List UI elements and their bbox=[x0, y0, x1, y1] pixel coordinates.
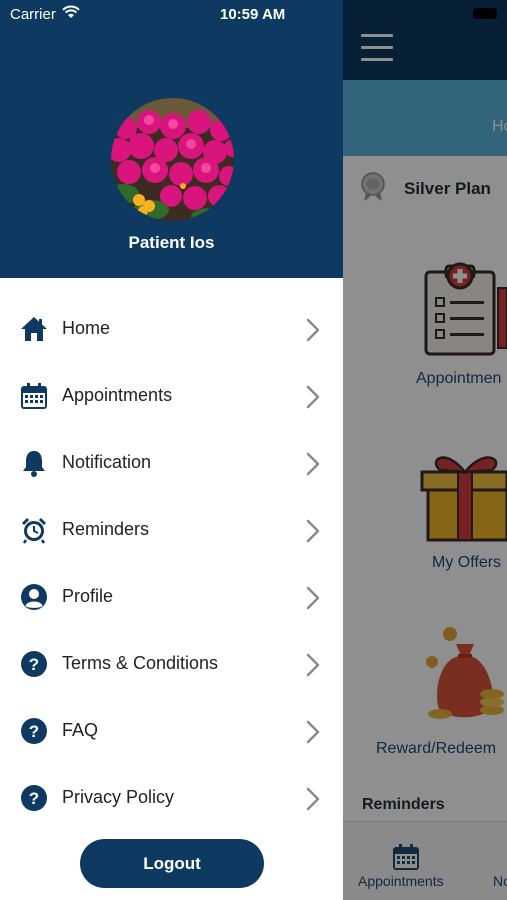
menu-item-notification[interactable]: Notification bbox=[0, 430, 343, 497]
bell-icon bbox=[20, 449, 48, 477]
drawer-header: Carrier 10:59 AM Patient Ios bbox=[0, 0, 343, 278]
chevron-right-icon bbox=[306, 787, 320, 811]
question-icon: ? bbox=[20, 717, 48, 745]
menu-label: FAQ bbox=[62, 720, 99, 740]
svg-text:?: ? bbox=[29, 789, 39, 808]
chevron-right-icon bbox=[306, 452, 320, 476]
chevron-right-icon bbox=[306, 653, 320, 677]
chevron-right-icon bbox=[306, 519, 320, 543]
menu-label: Appointments bbox=[62, 385, 173, 405]
menu-item-home[interactable]: Home bbox=[0, 296, 343, 363]
menu-label: Notification bbox=[62, 452, 152, 472]
question-icon: ? bbox=[20, 650, 48, 678]
navigation-drawer: Carrier 10:59 AM Patient Ios Home Appoin… bbox=[0, 0, 343, 900]
menu-label: Terms & Conditions bbox=[62, 653, 219, 673]
calendar-icon bbox=[20, 382, 48, 410]
menu-label: Reminders bbox=[62, 519, 150, 539]
battery-icon bbox=[473, 8, 497, 19]
patient-name: Patient Ios bbox=[128, 233, 215, 252]
chevron-right-icon bbox=[306, 385, 320, 409]
avatar[interactable] bbox=[111, 98, 234, 221]
menu-item-appointments[interactable]: Appointments bbox=[0, 363, 343, 430]
logout-button[interactable]: Logout bbox=[80, 839, 264, 888]
menu-label: Privacy Policy bbox=[62, 787, 175, 807]
menu-item-terms[interactable]: ? Terms & Conditions bbox=[0, 631, 343, 698]
chevron-right-icon bbox=[306, 586, 320, 610]
home-icon bbox=[20, 315, 48, 343]
svg-text:?: ? bbox=[29, 655, 39, 674]
menu-label: Profile bbox=[62, 586, 114, 606]
question-icon: ? bbox=[20, 784, 48, 812]
menu-label: Home bbox=[62, 318, 111, 338]
chevron-right-icon bbox=[306, 720, 320, 744]
alarm-clock-icon bbox=[20, 516, 48, 544]
menu-item-profile[interactable]: Profile bbox=[0, 564, 343, 631]
user-icon bbox=[20, 583, 48, 611]
menu-item-faq[interactable]: ? FAQ bbox=[0, 698, 343, 765]
drawer-menu: Home Appointments Notification Reminders… bbox=[0, 296, 343, 832]
chevron-right-icon bbox=[306, 318, 320, 342]
menu-item-privacy-policy[interactable]: ? Privacy Policy bbox=[0, 765, 343, 832]
status-time: 10:59 AM bbox=[220, 6, 286, 23]
svg-text:?: ? bbox=[29, 722, 39, 741]
status-carrier: Carrier bbox=[10, 6, 56, 23]
menu-item-reminders[interactable]: Reminders bbox=[0, 497, 343, 564]
wifi-icon bbox=[62, 5, 80, 18]
